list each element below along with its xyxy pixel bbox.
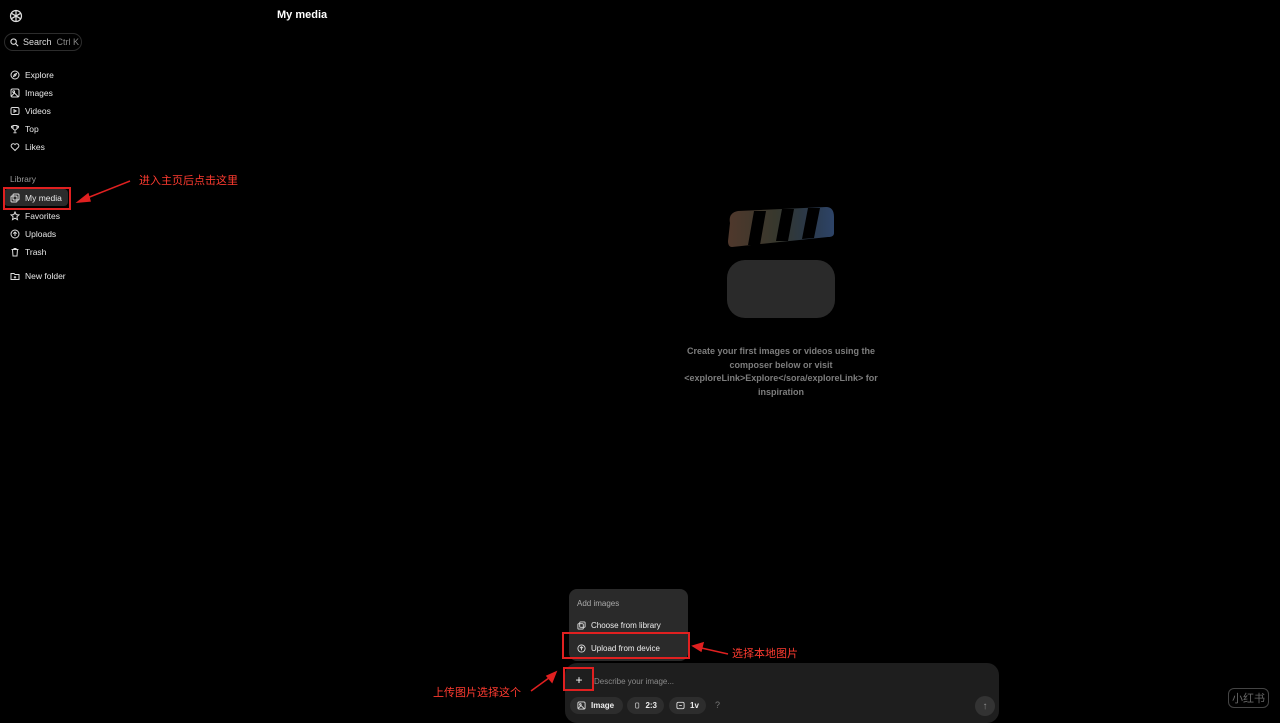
annotation-plus-hint: 上传图片选择这个 (433, 687, 521, 699)
watermark: 小红书 (1228, 688, 1269, 708)
annotation-upload-hint: 选择本地图片 (732, 648, 798, 660)
annotation-arrows (75, 180, 729, 692)
annotation-my-media-hint: 进入主页后点击这里 (139, 175, 238, 187)
